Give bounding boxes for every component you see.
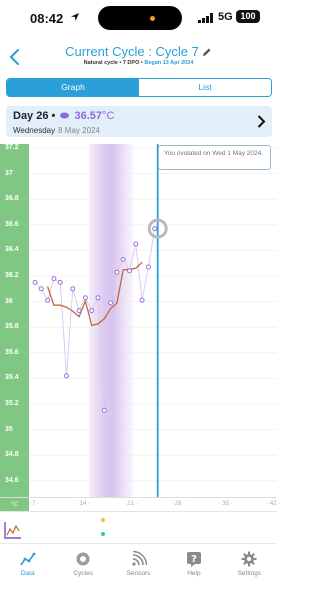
y-tick-label: 35.6 (5, 348, 19, 356)
x-axis: °C · 7 · · 14 · · 21 · · 28 · · 35 · · 42 · (0, 497, 281, 512)
data-point (108, 300, 114, 306)
nav-label-sensors: Sensors (126, 570, 151, 577)
y-tick-label: 35.2 (5, 400, 19, 407)
edit-pencil-icon[interactable] (202, 47, 212, 57)
marker-dot-green (101, 532, 105, 536)
data-point (51, 276, 57, 282)
x-tick-label: · 28 · (171, 501, 186, 507)
day-temperature: 36.57 (74, 110, 103, 122)
dynamic-island (98, 6, 182, 30)
y-tick-label: 36.2 (5, 272, 19, 279)
thermometer-drop-icon (60, 112, 70, 119)
view-tabs: Graph List (6, 78, 272, 97)
day-weekday: Wednesday (13, 126, 56, 135)
x-tick-label: · 42 · (266, 501, 281, 507)
y-tick-label: 36.4 (5, 246, 19, 254)
x-axis-unit: °C (0, 498, 29, 512)
data-point (101, 407, 107, 413)
data-point (64, 373, 69, 379)
data-point (114, 269, 120, 275)
cycle-subtitle: Natural cycle • 7 DPO • Began 13 Apr 202… (0, 60, 277, 66)
nav-label-data: Data (20, 570, 35, 577)
data-point (133, 241, 139, 247)
network-type: 5G (218, 11, 233, 23)
nav-item-sensors[interactable]: Sensors (111, 544, 166, 600)
data-point (76, 308, 82, 314)
chart-svg (29, 144, 277, 497)
grid-layer (29, 147, 277, 482)
y-tick-label: 35.8 (5, 323, 19, 331)
data-point (38, 286, 44, 292)
x-tick-label: · 7 · (28, 501, 40, 507)
data-point (120, 256, 126, 262)
day-date-line: Wednesday 8 May 2024 (13, 126, 100, 135)
bottom-nav: Data Cycles Sensors ? Help Settings (0, 543, 277, 600)
day-temp-line: Day 26 • 36.57°C (13, 110, 114, 122)
tab-graph[interactable]: Graph (7, 79, 139, 96)
y-tick-label: 35 (5, 425, 13, 433)
cycle-status: Natural cycle • 7 DPO • (83, 60, 145, 66)
nav-item-cycles[interactable]: Cycles (55, 544, 110, 600)
data-point (95, 295, 101, 301)
y-axis: 37.2 37 36.8 36.6 36.4 36.2 36 35.8 35.6 35.4 35.2… (0, 144, 29, 497)
help-icon: ? (186, 552, 201, 567)
cycle-title: Current Cycle : Cycle 7 (65, 44, 199, 59)
data-point (127, 268, 132, 274)
tab-list[interactable]: List (139, 79, 271, 96)
signal-bars-icon (198, 13, 213, 23)
privacy-dot-icon (150, 16, 155, 21)
status-time: 08:42 (30, 11, 64, 26)
day-date: 8 May 2024 (58, 126, 100, 135)
nav-label-help: Help (187, 570, 201, 577)
y-tick-label: 37.2 (5, 144, 19, 151)
x-tick-label: · 21 · (123, 501, 138, 507)
nav-item-data[interactable]: Data (0, 544, 55, 600)
y-tick-label: 34.6 (5, 476, 19, 484)
data-point (145, 264, 151, 270)
data-point (32, 279, 38, 285)
data-point (70, 286, 76, 292)
y-tick-label: 35.4 (5, 374, 19, 382)
marker-dot-yellow (101, 518, 105, 522)
x-tick-label: · 14 · (75, 501, 90, 507)
nav-item-help[interactable]: ? Help (166, 544, 221, 600)
chevron-right-icon[interactable] (256, 114, 266, 129)
y-tick-label: 36.6 (5, 220, 19, 228)
nav-label-settings: Settings (237, 570, 262, 577)
temperature-unit: °C (102, 110, 115, 122)
data-icon (20, 552, 36, 566)
y-tick-label: 36 (5, 297, 13, 305)
mini-chart-icon[interactable] (4, 521, 22, 539)
y-tick-label: 36.8 (5, 195, 19, 203)
fertile-window-band (89, 144, 133, 497)
settings-icon (241, 551, 257, 567)
status-bar: 08:42 5G 100 (0, 0, 277, 38)
ovulation-tooltip: You ovulated on Wed 1 May 2024. (158, 145, 271, 170)
page-title[interactable]: Current Cycle : Cycle 7 (0, 44, 277, 59)
data-point (89, 308, 95, 314)
data-point (82, 295, 88, 301)
temperature-chart[interactable] (29, 144, 277, 497)
svg-text:?: ? (191, 554, 197, 565)
y-tick-label: 37 (5, 169, 13, 177)
x-tick-label: · 35 · (218, 501, 233, 507)
data-point (152, 226, 158, 232)
day-summary-card[interactable]: Day 26 • 36.57°C Wednesday 8 May 2024 (6, 106, 272, 137)
nav-label-cycles: Cycles (73, 570, 93, 577)
data-point (45, 297, 51, 303)
battery-level: 100 (236, 10, 260, 23)
day-number: Day 26 • (13, 110, 56, 122)
y-tick-label: 34.8 (5, 451, 19, 459)
data-point (57, 279, 63, 285)
nav-item-settings[interactable]: Settings (222, 544, 277, 600)
data-point (139, 297, 145, 303)
sensors-icon (131, 551, 147, 566)
location-arrow-icon (71, 13, 79, 21)
secondary-strip (0, 511, 277, 543)
cycle-began-date: Began 13 Apr 2024 (144, 60, 194, 66)
cycles-icon (76, 552, 90, 566)
